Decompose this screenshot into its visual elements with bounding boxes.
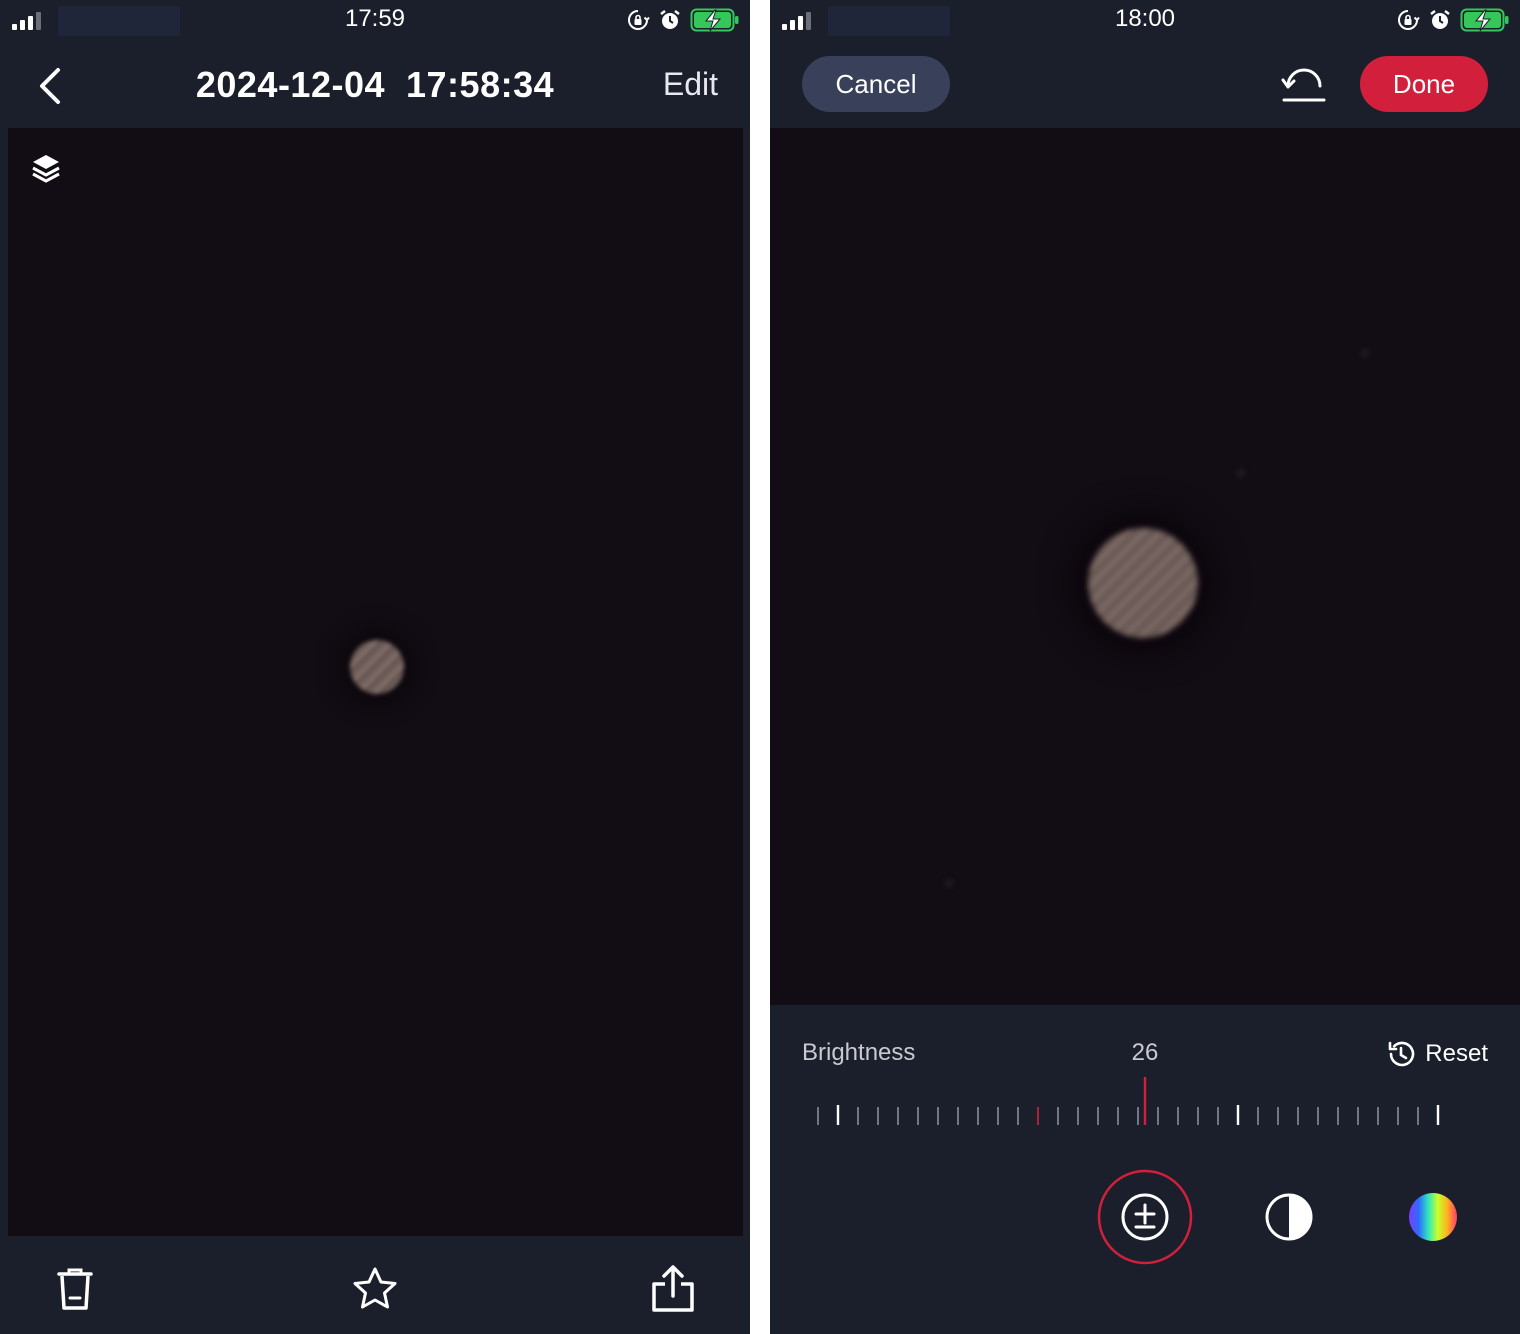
- contrast-icon[interactable]: [1241, 1169, 1337, 1265]
- exposure-icon[interactable]: [1097, 1169, 1193, 1265]
- layers-icon[interactable]: [28, 150, 64, 186]
- reset-label: Reset: [1425, 1040, 1488, 1067]
- battery-charging-icon: [690, 8, 739, 32]
- reset-button[interactable]: Reset: [1385, 1037, 1488, 1071]
- adjustment-tools: [770, 1165, 1520, 1275]
- navigation-bar: 2024-12-04 17:58:34 Edit: [0, 44, 750, 128]
- status-bar: 18:00: [770, 0, 1520, 44]
- adjustment-panel: Brightness 26 Reset: [770, 1005, 1520, 1334]
- photo-editor-screen: 18:00 Cancel Done Brightness 26 Reset: [770, 0, 1520, 1334]
- brightness-slider[interactable]: [810, 1077, 1490, 1137]
- cancel-button[interactable]: Cancel: [802, 56, 950, 112]
- edit-button[interactable]: Edit: [663, 66, 718, 103]
- star-speck: [1236, 468, 1246, 478]
- page-title: 2024-12-04 17:58:34: [195, 64, 555, 105]
- photo-viewer-screen: 17:59 2024-12-04 17:58:34 Edit: [0, 0, 750, 1334]
- star-speck: [1360, 348, 1370, 358]
- undo-icon[interactable]: [1280, 62, 1328, 106]
- star-speck: [944, 878, 954, 888]
- color-wheel-icon[interactable]: [1385, 1169, 1481, 1265]
- planet-image: [350, 640, 404, 694]
- edit-header: Cancel Done: [770, 44, 1520, 128]
- rotation-lock-icon: [1398, 10, 1420, 30]
- share-icon[interactable]: [648, 1264, 698, 1314]
- status-icons: [626, 6, 740, 34]
- status-icons: [1396, 6, 1510, 34]
- bottom-toolbar: [0, 1236, 750, 1334]
- photo-view[interactable]: [8, 128, 743, 1236]
- trash-icon[interactable]: [50, 1264, 100, 1314]
- done-button[interactable]: Done: [1360, 56, 1488, 112]
- rotation-lock-icon: [628, 10, 650, 30]
- alarm-icon: [1430, 10, 1450, 29]
- status-bar: 17:59: [0, 0, 750, 44]
- alarm-icon: [660, 10, 680, 29]
- history-icon: [1388, 1041, 1415, 1067]
- battery-charging-icon: [1460, 8, 1509, 32]
- photo-preview: [770, 128, 1520, 1005]
- star-icon[interactable]: [350, 1264, 400, 1314]
- planet-image: [1088, 528, 1198, 638]
